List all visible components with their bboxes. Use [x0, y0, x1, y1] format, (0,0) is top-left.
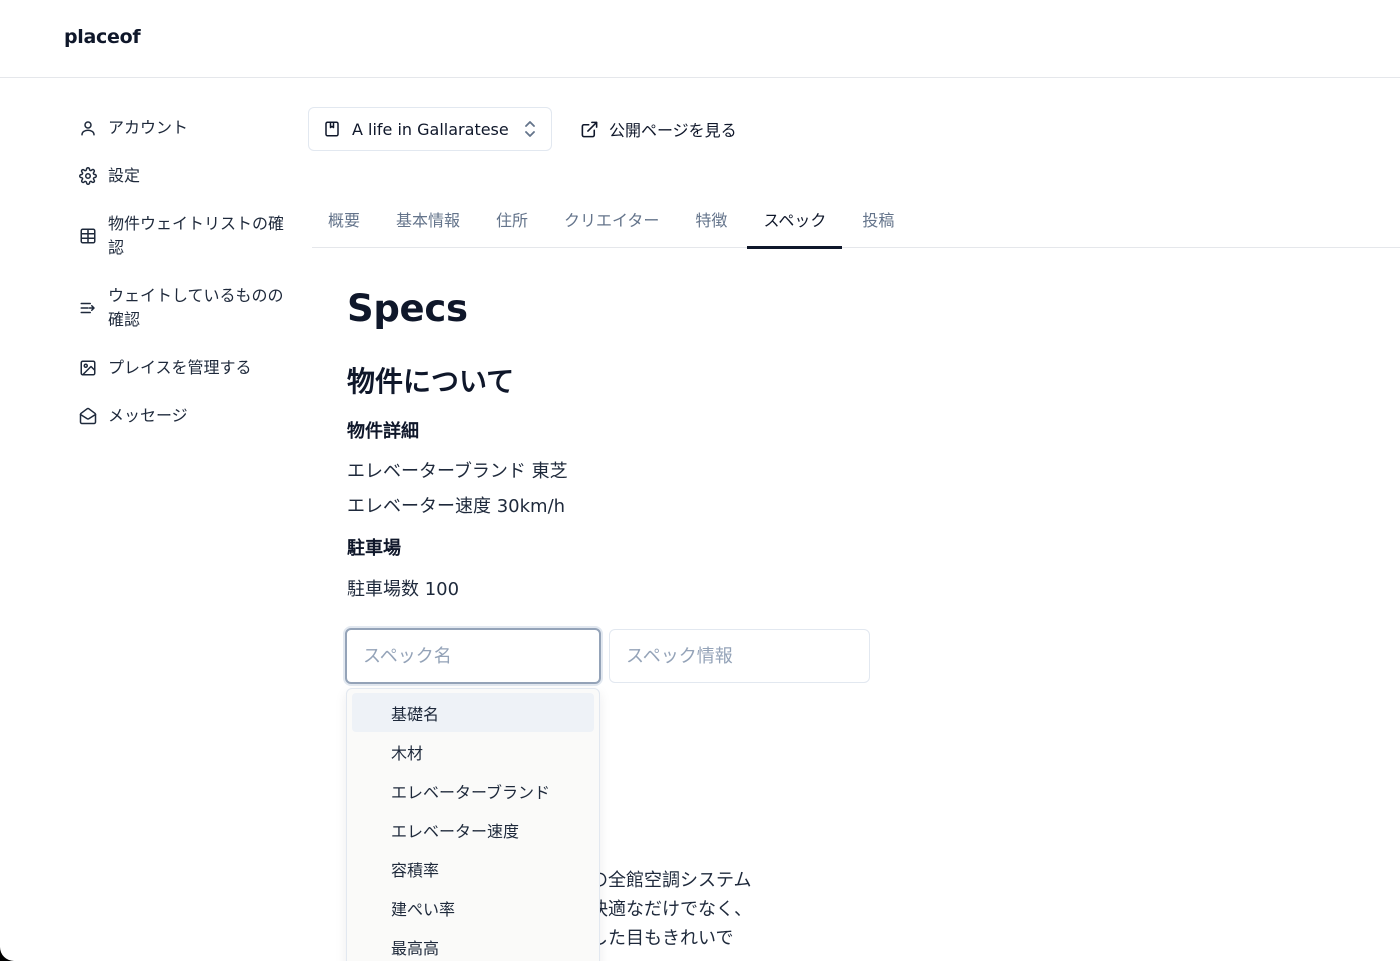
- place-switcher[interactable]: A life in Gallaratese: [308, 107, 552, 151]
- sidebar-item-label: ウェイトしているものの確認: [108, 286, 284, 329]
- image-icon: [78, 356, 98, 380]
- sidebar-item-account[interactable]: アカウント: [64, 104, 304, 152]
- table-icon: [78, 224, 98, 248]
- public-link-label: 公開ページを見る: [609, 121, 737, 140]
- tab-specs[interactable]: スペック: [747, 190, 843, 249]
- suggestion-option[interactable]: 建ぺい率: [352, 888, 594, 927]
- place-switcher-label: A life in Gallaratese: [352, 119, 509, 139]
- group-heading-property-details: 物件詳細: [347, 421, 419, 442]
- sidebar-item-messages[interactable]: メッセージ: [64, 392, 304, 440]
- group-heading-parking: 駐車場: [347, 538, 401, 559]
- sidebar-item-waitlist[interactable]: 物件ウェイトリストの確認: [64, 200, 304, 272]
- tab-creators[interactable]: クリエイター: [548, 190, 675, 247]
- tab-posts[interactable]: 投稿: [846, 190, 910, 247]
- spec-info-input[interactable]: [609, 629, 870, 683]
- suggestion-option[interactable]: エレベーターブランド: [352, 771, 594, 810]
- app-logo[interactable]: placeof: [64, 26, 141, 48]
- spec-line: 駐車場数 100: [347, 579, 460, 600]
- description-line: の全館空調システム: [590, 870, 752, 891]
- sidebar-item-label: 物件ウェイトリストの確認: [108, 214, 285, 257]
- suggestion-option[interactable]: 最高高: [352, 927, 594, 961]
- chevrons-up-down-icon: [523, 120, 537, 138]
- sidebar: アカウント 設定 物件ウェイトリストの確認 ウェイトしているものの確認 プレイス…: [64, 104, 304, 440]
- spec-name-suggestions: 基礎名 木材 エレベーターブランド エレベーター速度 容積率 建ぺい率 最高高: [346, 688, 600, 961]
- sidebar-item-waiting[interactable]: ウェイトしているものの確認: [64, 272, 304, 344]
- sidebar-item-manage-places[interactable]: プレイスを管理する: [64, 344, 304, 392]
- view-public-page-link[interactable]: 公開ページを見る: [580, 107, 737, 151]
- sidebar-item-label: メッセージ: [108, 406, 188, 425]
- tab-address[interactable]: 住所: [480, 190, 544, 247]
- suggestion-option[interactable]: 容積率: [352, 849, 594, 888]
- sidebar-item-label: 設定: [108, 166, 141, 185]
- list-arrow-icon: [78, 296, 98, 320]
- book-icon: [323, 120, 341, 138]
- description-line: した目もきれいで: [590, 928, 734, 949]
- user-icon: [78, 116, 98, 140]
- suggestion-option[interactable]: 基礎名: [352, 693, 594, 732]
- spec-line: エレベーターブランド 東芝: [347, 461, 568, 482]
- gear-icon: [78, 164, 98, 188]
- description-line: 快適なだけでなく、: [590, 899, 752, 920]
- top-bar: placeof: [0, 0, 1400, 78]
- window-corner: [0, 947, 14, 961]
- tab-bar: 概要 基本情報 住所 クリエイター 特徴 スペック 投稿: [312, 190, 1400, 249]
- description-text: の全館空調システム 快適なだけでなく、 した目もきれいで: [590, 866, 752, 953]
- section-title: 物件について: [347, 365, 515, 398]
- sidebar-item-label: プレイスを管理する: [108, 358, 252, 377]
- spec-name-input[interactable]: [345, 628, 601, 684]
- page-title: Specs: [347, 287, 468, 330]
- tab-features[interactable]: 特徴: [679, 190, 743, 247]
- suggestion-option[interactable]: 木材: [352, 732, 594, 771]
- tab-basic-info[interactable]: 基本情報: [380, 190, 476, 247]
- sidebar-item-settings[interactable]: 設定: [64, 152, 304, 200]
- mail-open-icon: [78, 404, 98, 428]
- spec-line: エレベーター速度 30km/h: [347, 496, 566, 517]
- sidebar-item-label: アカウント: [108, 118, 189, 137]
- tab-overview[interactable]: 概要: [312, 190, 376, 247]
- suggestion-option[interactable]: エレベーター速度: [352, 810, 594, 849]
- external-link-icon: [581, 121, 598, 137]
